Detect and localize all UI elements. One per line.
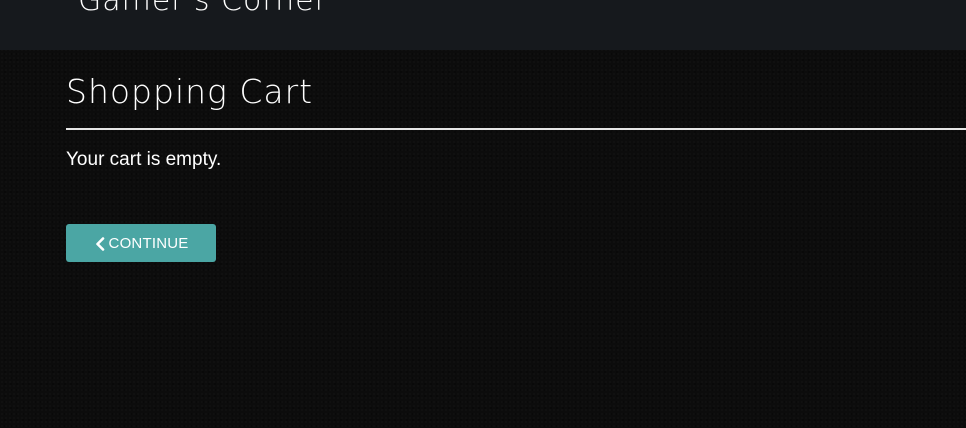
site-brand[interactable]: Gamer's Corner (78, 0, 328, 18)
continue-button-label: CONTINUE (108, 234, 189, 252)
chevron-left-icon (94, 236, 106, 251)
top-navbar: Gamer's Corner (0, 0, 966, 50)
empty-cart-message: Your cart is empty. (66, 149, 222, 170)
title-divider (66, 128, 966, 130)
continue-button[interactable]: CONTINUE (66, 224, 216, 262)
page-title: Shopping Cart (66, 72, 314, 111)
